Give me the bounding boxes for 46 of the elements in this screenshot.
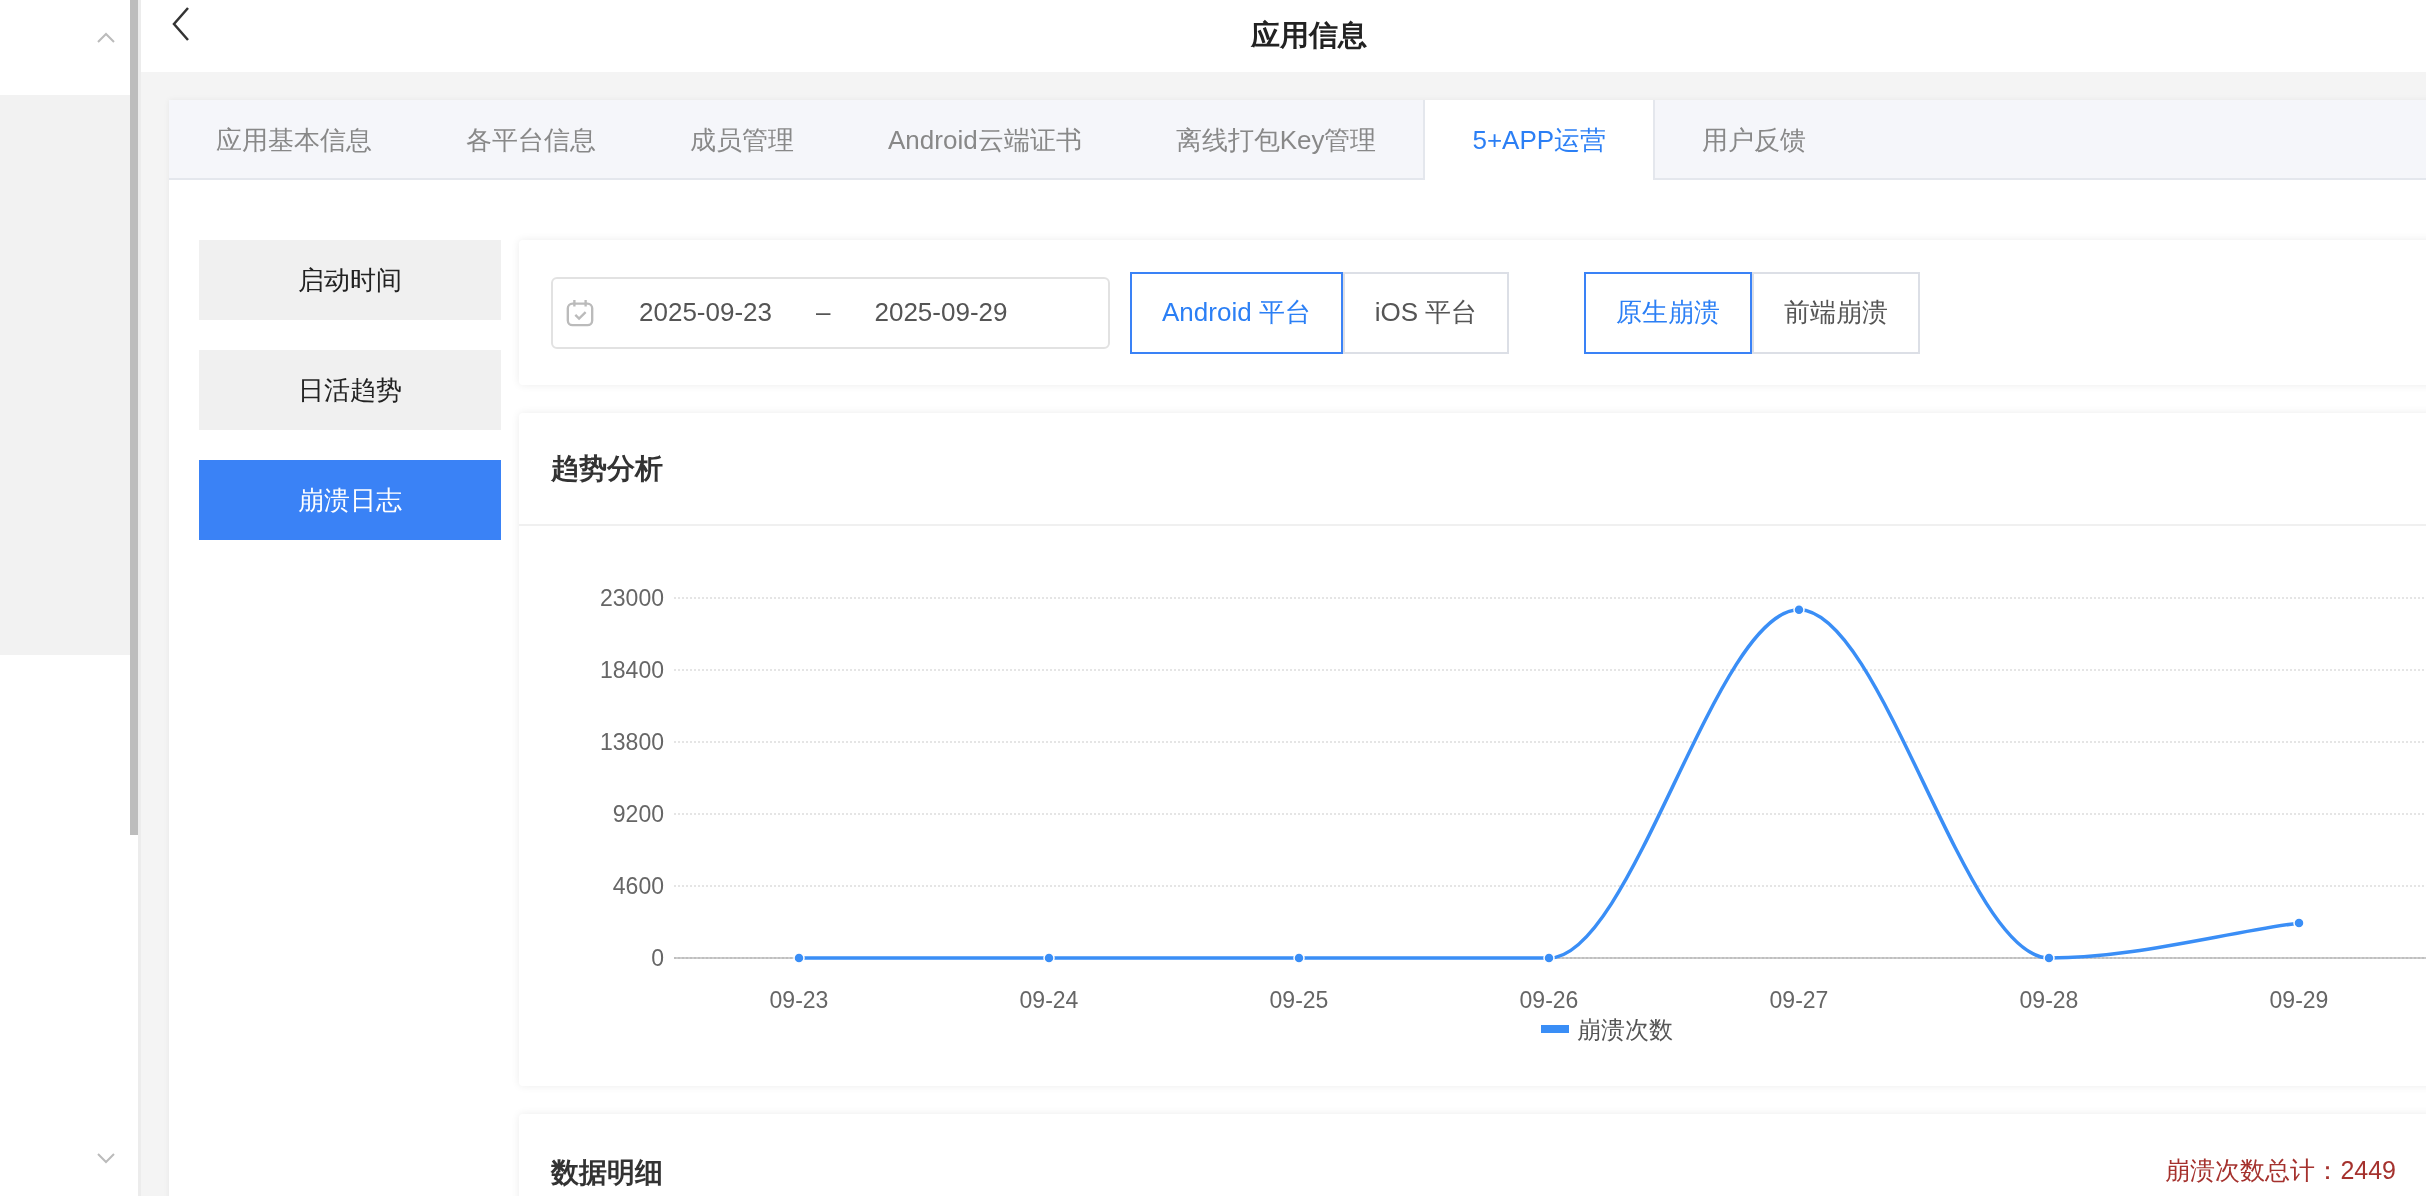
tab[interactable]: 应用基本信息: [169, 100, 419, 180]
crash-type-toggle[interactable]: 原生崩溃: [1584, 271, 1753, 354]
x-axis-label: 09-24: [1019, 987, 1079, 1013]
x-axis-label: 09-26: [1519, 987, 1579, 1013]
x-axis-label: 09-25: [1269, 987, 1329, 1013]
data-point: [1793, 604, 1805, 616]
y-axis-label: 0: [651, 945, 664, 971]
crash-type-toggle[interactable]: 前端崩溃: [1752, 271, 1921, 354]
calendar-icon: [565, 297, 595, 328]
tab[interactable]: Android云端证书: [841, 100, 1129, 180]
scrollbar[interactable]: [130, 0, 138, 835]
total-count: 崩溃次数总计：2449: [2165, 1155, 2396, 1186]
y-axis-label: 4600: [612, 873, 664, 899]
chevron-up-icon[interactable]: [96, 32, 116, 44]
y-axis-label: 9200: [612, 801, 664, 827]
data-point: [793, 952, 805, 964]
section-title: 数据明细: [551, 1156, 663, 1190]
data-point: [2043, 952, 2055, 964]
tab[interactable]: 各平台信息: [419, 100, 643, 180]
data-point: [2293, 917, 2305, 929]
menu-item[interactable]: 日活趋势: [199, 350, 501, 430]
x-axis-label: 09-27: [1769, 987, 1829, 1013]
y-axis-label: 13800: [600, 729, 664, 755]
platform-toggle[interactable]: iOS 平台: [1342, 271, 1510, 354]
back-icon[interactable]: [171, 6, 191, 42]
tab[interactable]: 用户反馈: [1655, 100, 1854, 180]
data-point: [1543, 952, 1555, 964]
page-title: 应用信息: [1250, 18, 1367, 53]
date-range-field[interactable]: 2025-09-23 – 2025-09-29: [551, 276, 1110, 349]
chevron-down-icon[interactable]: [96, 1152, 116, 1164]
data-point: [1293, 952, 1305, 964]
y-axis-label: 18400: [600, 657, 664, 683]
platform-toggle[interactable]: Android 平台: [1130, 271, 1343, 354]
legend-swatch[interactable]: [1541, 1025, 1569, 1033]
y-axis-label: 23000: [600, 585, 664, 611]
tab[interactable]: 离线打包Key管理: [1128, 100, 1424, 180]
section-title: 趋势分析: [551, 451, 663, 486]
x-axis-label: 09-28: [2019, 987, 2079, 1013]
menu-item[interactable]: 启动时间: [199, 240, 501, 320]
tab[interactable]: 成员管理: [643, 100, 841, 180]
legend-label[interactable]: 崩溃次数: [1577, 1016, 1673, 1043]
tab[interactable]: 5+APP运营: [1423, 100, 1656, 180]
x-axis-label: 09-23: [769, 987, 829, 1013]
x-axis-label: 09-29: [2269, 987, 2329, 1013]
menu-item[interactable]: 崩溃日志: [199, 460, 501, 540]
data-point: [1043, 952, 1055, 964]
